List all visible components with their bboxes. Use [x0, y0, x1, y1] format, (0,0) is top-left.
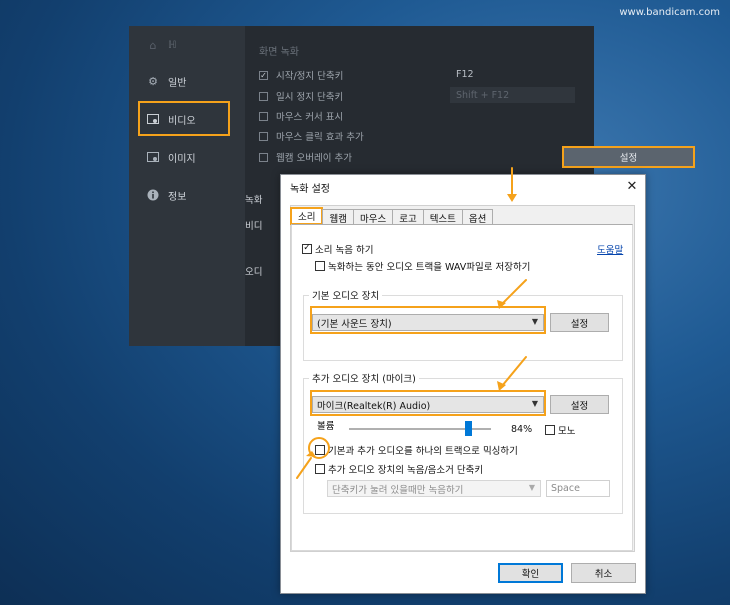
- secondary-audio-settings-button[interactable]: 설정: [550, 395, 609, 414]
- lower-label-video: 비디: [245, 221, 263, 232]
- sidebar-item-label: ℍ: [168, 39, 177, 51]
- sidebar-item-video[interactable]: 비디오: [129, 104, 245, 134]
- tab-webcam[interactable]: 웹캠: [322, 209, 354, 225]
- bandicam-sidebar: ⌂ ℍ ⚙ 일반 비디오 이미지 정보: [129, 26, 245, 346]
- secondary-hotkey-checkbox[interactable]: 추가 오디오 장치의 녹음/음소거 단축키: [315, 462, 484, 476]
- tab-text[interactable]: 텍스트: [422, 209, 463, 225]
- select-value: 마이크(Realtek(R) Audio): [317, 400, 431, 412]
- video-settings-icon: [146, 112, 160, 126]
- record-sound-checkbox[interactable]: ✓ 소리 녹음 하기: [302, 242, 374, 256]
- tab-sound[interactable]: 소리: [290, 207, 324, 225]
- checkbox-box[interactable]: [315, 463, 325, 474]
- start-hotkey-field[interactable]: F12: [450, 66, 575, 82]
- tab-logo[interactable]: 로고: [392, 209, 424, 225]
- option-label: 마우스 클릭 효과 추가: [276, 132, 364, 143]
- mono-checkbox[interactable]: 모노: [545, 423, 576, 437]
- volume-value: 84%: [511, 424, 533, 435]
- secondary-audio-device-select[interactable]: 마이크(Realtek(R) Audio) ▼: [312, 396, 544, 413]
- checkbox-label: 녹화하는 동안 오디오 트랙을 WAV파일로 저장하기: [328, 261, 531, 273]
- option-click-effect[interactable]: 마우스 클릭 효과 추가: [259, 129, 364, 143]
- recording-settings-dialog: 녹화 설정 ✕ 소리 웹캠 마우스 로고 텍스트 옵션 ✓ 소리 녹음 하기 녹…: [280, 174, 646, 594]
- pause-hotkey-field[interactable]: Shift + F12: [450, 87, 575, 103]
- option-label: 마우스 커서 표시: [276, 112, 344, 123]
- checkbox-box[interactable]: [545, 424, 555, 435]
- volume-slider-thumb[interactable]: [465, 421, 473, 436]
- primary-audio-settings-button[interactable]: 설정: [550, 313, 609, 332]
- hotkey-key-field[interactable]: Space: [546, 480, 610, 497]
- checkbox[interactable]: [259, 111, 268, 121]
- option-webcam-overlay[interactable]: 웹캠 오버레이 추가: [259, 150, 352, 164]
- ok-button[interactable]: 확인: [498, 563, 563, 583]
- section-title: 화면 녹화: [259, 47, 299, 58]
- sidebar-item-label: 일반: [168, 77, 187, 89]
- sidebar-item-label: 비디오: [168, 115, 196, 127]
- help-link[interactable]: 도움말: [597, 242, 623, 256]
- chevron-down-icon: ▼: [531, 317, 538, 326]
- sidebar-item-info[interactable]: 정보: [129, 180, 245, 210]
- sidebar-item-label: 정보: [168, 191, 187, 203]
- option-show-cursor[interactable]: 마우스 커서 표시: [259, 109, 343, 123]
- home-icon: ⌂: [149, 38, 157, 52]
- checkbox[interactable]: [259, 91, 268, 101]
- option-label: 일시 정지 단축키: [276, 92, 344, 103]
- checkbox-label: 기본과 추가 오디오를 하나의 트랙으로 믹싱하기: [328, 445, 518, 457]
- sidebar-item-image[interactable]: 이미지: [129, 142, 245, 172]
- hotkey-mode-select[interactable]: 단축키가 눌려 있을때만 녹음하기 ▼: [327, 480, 541, 497]
- option-label: 웹캠 오버레이 추가: [276, 153, 352, 164]
- tab-bar: 소리 웹캠 마우스 로고 텍스트 옵션: [290, 207, 494, 225]
- volume-label: 볼륨: [317, 421, 335, 432]
- sidebar-item-general[interactable]: ⚙ 일반: [129, 66, 245, 96]
- option-pause-hotkey[interactable]: 일시 정지 단축키: [259, 89, 343, 103]
- tab-options[interactable]: 옵션: [461, 209, 494, 225]
- checkbox[interactable]: [259, 152, 268, 162]
- save-wav-checkbox[interactable]: 녹화하는 동안 오디오 트랙을 WAV파일로 저장하기: [315, 259, 531, 273]
- chevron-down-icon: ▼: [531, 399, 538, 408]
- checkbox-label: 소리 녹음 하기: [315, 244, 374, 256]
- mix-checkbox-highlight: [308, 437, 330, 459]
- primary-audio-group-label: 기본 오디오 장치: [309, 288, 383, 302]
- checkbox-label: 추가 오디오 장치의 녹음/음소거 단축키: [328, 464, 484, 476]
- lower-label-record: 녹화: [245, 195, 263, 206]
- image-icon: [146, 150, 160, 164]
- checkbox-box[interactable]: ✓: [302, 243, 312, 254]
- option-label: 시작/정지 단축키: [276, 71, 344, 82]
- gear-icon: ⚙: [148, 74, 158, 88]
- checkbox-label: 모노: [558, 425, 576, 437]
- chevron-down-icon: ▼: [528, 483, 535, 492]
- select-value: (기본 사운드 장치): [317, 318, 392, 330]
- sidebar-item-home[interactable]: ⌂ ℍ: [129, 30, 245, 60]
- cancel-button[interactable]: 취소: [571, 563, 636, 583]
- webcam-settings-button[interactable]: 설정: [562, 146, 695, 168]
- lower-label-audio: 오디: [245, 267, 263, 278]
- close-icon[interactable]: ✕: [623, 177, 641, 195]
- watermark: www.bandicam.com: [619, 7, 720, 18]
- info-icon: [146, 188, 160, 202]
- primary-audio-device-select[interactable]: (기본 사운드 장치) ▼: [312, 314, 544, 331]
- mix-tracks-checkbox[interactable]: 기본과 추가 오디오를 하나의 트랙으로 믹싱하기: [315, 443, 518, 457]
- checkbox[interactable]: ✓: [259, 70, 268, 80]
- tab-mouse[interactable]: 마우스: [352, 209, 394, 225]
- checkbox[interactable]: [259, 131, 268, 141]
- sidebar-item-label: 이미지: [168, 153, 196, 165]
- option-start-stop-hotkey[interactable]: ✓ 시작/정지 단축키: [259, 68, 343, 82]
- dialog-title: 녹화 설정: [290, 184, 330, 195]
- checkbox-box[interactable]: [315, 260, 325, 271]
- secondary-audio-group-label: 추가 오디오 장치 (마이크): [309, 371, 419, 385]
- select-value: 단축키가 눌려 있을때만 녹음하기: [332, 484, 464, 496]
